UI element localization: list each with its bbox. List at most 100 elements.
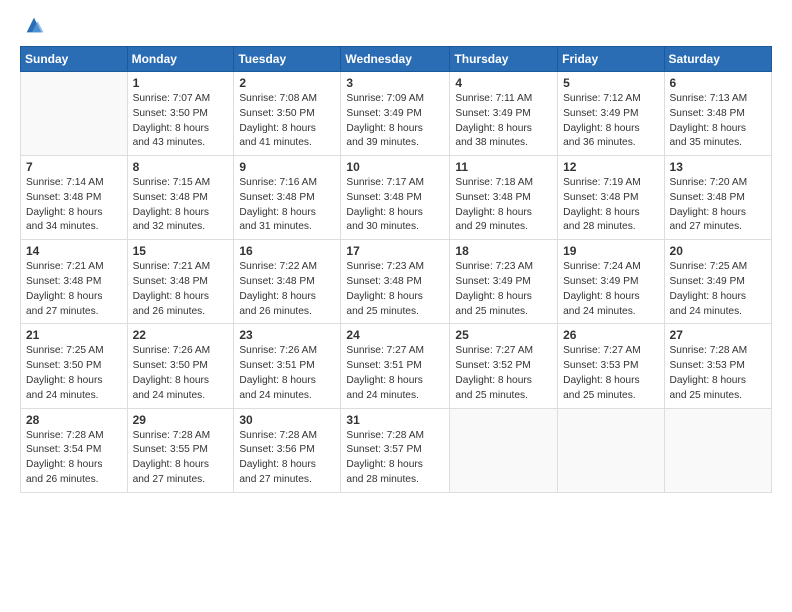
calendar-cell: 19Sunrise: 7:24 AMSunset: 3:49 PMDayligh… [558, 240, 664, 324]
day-info: Sunrise: 7:11 AMSunset: 3:49 PMDaylight:… [455, 92, 552, 151]
day-number: 4 [455, 76, 552, 90]
day-info: Sunrise: 7:23 AMSunset: 3:49 PMDaylight:… [455, 260, 552, 319]
header-wednesday: Wednesday [341, 47, 450, 72]
day-info: Sunrise: 7:13 AMSunset: 3:48 PMDaylight:… [670, 92, 766, 151]
day-info: Sunrise: 7:22 AMSunset: 3:48 PMDaylight:… [239, 260, 335, 319]
calendar-cell: 5 Sunrise: 7:12 AMSunset: 3:49 PMDaylight… [558, 72, 664, 156]
day-number: 24 [346, 328, 444, 342]
calendar-cell: 23 Sunrise: 7:26 AMSunset: 3:51 PMDayligh… [234, 324, 341, 408]
day-number: 21 [26, 328, 122, 342]
day-info: Sunrise: 7:26 AMSunset: 3:50 PMDaylight:… [133, 344, 229, 403]
day-number: 25 [455, 328, 552, 342]
day-number: 1 [133, 76, 229, 90]
day-number: 15 [133, 244, 229, 258]
calendar-week-row: 14 Sunrise: 7:21 AMSunset: 3:48 PMDayligh… [21, 240, 772, 324]
day-number: 29 [133, 413, 229, 427]
day-number: 5 [563, 76, 658, 90]
calendar-week-row: 28 Sunrise: 7:28 AMSunset: 3:54 PMDayligh… [21, 408, 772, 492]
header-tuesday: Tuesday [234, 47, 341, 72]
calendar-week-row: 21Sunrise: 7:25 AMSunset: 3:50 PMDayligh… [21, 324, 772, 408]
day-info: Sunrise: 7:27 AMSunset: 3:53 PMDaylight:… [563, 344, 658, 403]
day-number: 16 [239, 244, 335, 258]
calendar-cell: 8Sunrise: 7:15 AMSunset: 3:48 PMDaylight… [127, 156, 234, 240]
day-info: Sunrise: 7:09 AMSunset: 3:49 PMDaylight:… [346, 92, 444, 151]
day-number: 6 [670, 76, 766, 90]
day-info: Sunrise: 7:26 AMSunset: 3:51 PMDaylight:… [239, 344, 335, 403]
calendar-cell [450, 408, 558, 492]
calendar-cell: 18 Sunrise: 7:23 AMSunset: 3:49 PMDayligh… [450, 240, 558, 324]
calendar-cell: 28 Sunrise: 7:28 AMSunset: 3:54 PMDayligh… [21, 408, 128, 492]
calendar-cell [21, 72, 128, 156]
day-number: 3 [346, 76, 444, 90]
day-number: 19 [563, 244, 658, 258]
calendar-body: 1 Sunrise: 7:07 AMSunset: 3:50 PMDaylight… [21, 72, 772, 493]
calendar-cell: 10 Sunrise: 7:17 AMSunset: 3:48 PMDayligh… [341, 156, 450, 240]
day-info: Sunrise: 7:28 AMSunset: 3:54 PMDaylight:… [26, 429, 122, 488]
day-info: Sunrise: 7:12 AMSunset: 3:49 PMDaylight:… [563, 92, 658, 151]
day-number: 13 [670, 160, 766, 174]
calendar-cell: 7 Sunrise: 7:14 AMSunset: 3:48 PMDaylight… [21, 156, 128, 240]
day-info: Sunrise: 7:15 AMSunset: 3:48 PMDaylight:… [133, 176, 229, 235]
calendar-cell: 12 Sunrise: 7:19 AMSunset: 3:48 PMDayligh… [558, 156, 664, 240]
weekday-header-row: Sunday Monday Tuesday Wednesday Thursday… [21, 47, 772, 72]
day-number: 10 [346, 160, 444, 174]
calendar-cell: 11 Sunrise: 7:18 AMSunset: 3:48 PMDayligh… [450, 156, 558, 240]
page: Sunday Monday Tuesday Wednesday Thursday… [0, 0, 792, 612]
day-number: 23 [239, 328, 335, 342]
day-info: Sunrise: 7:27 AMSunset: 3:51 PMDaylight:… [346, 344, 444, 403]
header-thursday: Thursday [450, 47, 558, 72]
day-number: 30 [239, 413, 335, 427]
calendar-header: Sunday Monday Tuesday Wednesday Thursday… [21, 47, 772, 72]
day-info: Sunrise: 7:19 AMSunset: 3:48 PMDaylight:… [563, 176, 658, 235]
header-saturday: Saturday [664, 47, 771, 72]
day-info: Sunrise: 7:07 AMSunset: 3:50 PMDaylight:… [133, 92, 229, 151]
day-info: Sunrise: 7:28 AMSunset: 3:57 PMDaylight:… [346, 429, 444, 488]
calendar-cell: 31 Sunrise: 7:28 AMSunset: 3:57 PMDayligh… [341, 408, 450, 492]
day-info: Sunrise: 7:28 AMSunset: 3:55 PMDaylight:… [133, 429, 229, 488]
calendar-cell: 17Sunrise: 7:23 AMSunset: 3:48 PMDayligh… [341, 240, 450, 324]
day-info: Sunrise: 7:14 AMSunset: 3:48 PMDaylight:… [26, 176, 122, 235]
logo-icon [23, 14, 45, 36]
day-number: 31 [346, 413, 444, 427]
day-number: 14 [26, 244, 122, 258]
calendar-cell: 6 Sunrise: 7:13 AMSunset: 3:48 PMDaylight… [664, 72, 771, 156]
day-number: 27 [670, 328, 766, 342]
day-info: Sunrise: 7:27 AMSunset: 3:52 PMDaylight:… [455, 344, 552, 403]
calendar-table: Sunday Monday Tuesday Wednesday Thursday… [20, 46, 772, 493]
day-info: Sunrise: 7:21 AMSunset: 3:48 PMDaylight:… [26, 260, 122, 319]
calendar-cell: 13Sunrise: 7:20 AMSunset: 3:48 PMDayligh… [664, 156, 771, 240]
calendar-cell: 22 Sunrise: 7:26 AMSunset: 3:50 PMDayligh… [127, 324, 234, 408]
day-info: Sunrise: 7:28 AMSunset: 3:53 PMDaylight:… [670, 344, 766, 403]
calendar-cell: 25 Sunrise: 7:27 AMSunset: 3:52 PMDayligh… [450, 324, 558, 408]
day-number: 28 [26, 413, 122, 427]
calendar-cell: 2 Sunrise: 7:08 AMSunset: 3:50 PMDaylight… [234, 72, 341, 156]
day-info: Sunrise: 7:08 AMSunset: 3:50 PMDaylight:… [239, 92, 335, 151]
day-info: Sunrise: 7:17 AMSunset: 3:48 PMDaylight:… [346, 176, 444, 235]
day-number: 12 [563, 160, 658, 174]
calendar-cell: 29 Sunrise: 7:28 AMSunset: 3:55 PMDayligh… [127, 408, 234, 492]
day-number: 22 [133, 328, 229, 342]
calendar-cell: 15 Sunrise: 7:21 AMSunset: 3:48 PMDayligh… [127, 240, 234, 324]
calendar-cell: 14 Sunrise: 7:21 AMSunset: 3:48 PMDayligh… [21, 240, 128, 324]
calendar-cell: 21Sunrise: 7:25 AMSunset: 3:50 PMDayligh… [21, 324, 128, 408]
header-sunday: Sunday [21, 47, 128, 72]
day-number: 17 [346, 244, 444, 258]
day-info: Sunrise: 7:25 AMSunset: 3:49 PMDaylight:… [670, 260, 766, 319]
calendar-cell: 4 Sunrise: 7:11 AMSunset: 3:49 PMDaylight… [450, 72, 558, 156]
header-monday: Monday [127, 47, 234, 72]
calendar-cell: 27 Sunrise: 7:28 AMSunset: 3:53 PMDayligh… [664, 324, 771, 408]
calendar-cell [558, 408, 664, 492]
calendar-cell: 26 Sunrise: 7:27 AMSunset: 3:53 PMDayligh… [558, 324, 664, 408]
day-info: Sunrise: 7:21 AMSunset: 3:48 PMDaylight:… [133, 260, 229, 319]
calendar-cell: 20Sunrise: 7:25 AMSunset: 3:49 PMDayligh… [664, 240, 771, 324]
day-number: 2 [239, 76, 335, 90]
day-info: Sunrise: 7:18 AMSunset: 3:48 PMDaylight:… [455, 176, 552, 235]
day-number: 11 [455, 160, 552, 174]
day-number: 9 [239, 160, 335, 174]
calendar-cell: 30Sunrise: 7:28 AMSunset: 3:56 PMDayligh… [234, 408, 341, 492]
day-number: 7 [26, 160, 122, 174]
calendar-cell [664, 408, 771, 492]
day-number: 26 [563, 328, 658, 342]
day-number: 18 [455, 244, 552, 258]
header-friday: Friday [558, 47, 664, 72]
